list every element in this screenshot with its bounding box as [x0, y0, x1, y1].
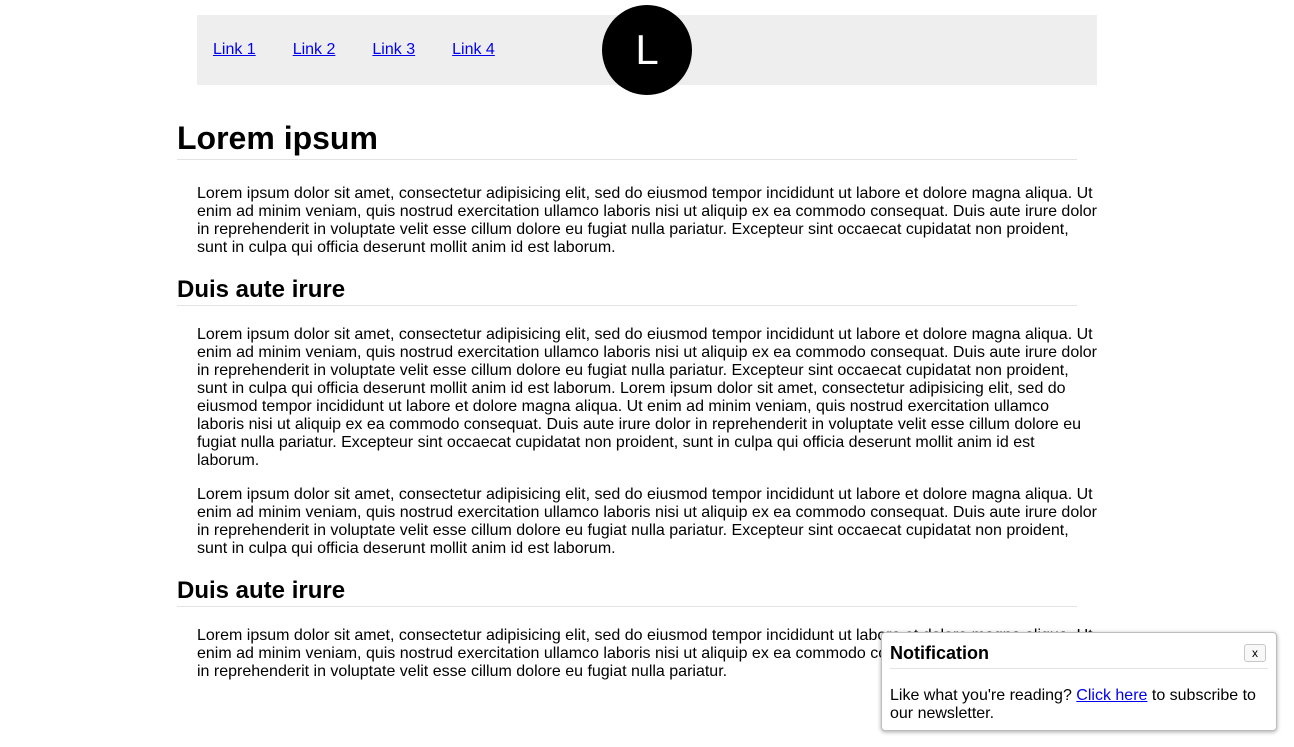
- article: Lorem ipsum Lorem ipsum dolor sit amet, …: [177, 118, 1097, 681]
- logo: L: [602, 5, 692, 95]
- nav-link-4[interactable]: Link 4: [452, 40, 495, 59]
- section1-paragraph: Lorem ipsum dolor sit amet, consectetur …: [197, 185, 1097, 256]
- notification-title: Notification: [890, 643, 989, 663]
- notification-body: Like what you're reading? Click here to …: [890, 687, 1270, 723]
- nav-link-3[interactable]: Link 3: [372, 40, 415, 59]
- section3-heading: Duis aute irure: [177, 576, 1077, 607]
- section2-paragraph-2: Lorem ipsum dolor sit amet, consectetur …: [197, 486, 1097, 557]
- nav-links: Link 1 Link 2 Link 3 Link 4: [213, 40, 532, 59]
- notification-popup: Notification x Like what you're reading?…: [881, 632, 1277, 731]
- notification-divider: [890, 668, 1268, 669]
- notification-text-before: Like what you're reading?: [890, 687, 1077, 704]
- section2-heading: Duis aute irure: [177, 275, 1077, 306]
- page-title: Lorem ipsum: [177, 118, 1077, 160]
- nav-link-2[interactable]: Link 2: [293, 40, 336, 59]
- close-button[interactable]: x: [1244, 644, 1266, 662]
- page: Link 1 Link 2 Link 3 Link 4 L Lorem ipsu…: [0, 0, 1294, 747]
- section2-paragraph-1: Lorem ipsum dolor sit amet, consectetur …: [197, 326, 1097, 469]
- subscribe-link[interactable]: Click here: [1076, 687, 1147, 704]
- nav-link-1[interactable]: Link 1: [213, 40, 256, 59]
